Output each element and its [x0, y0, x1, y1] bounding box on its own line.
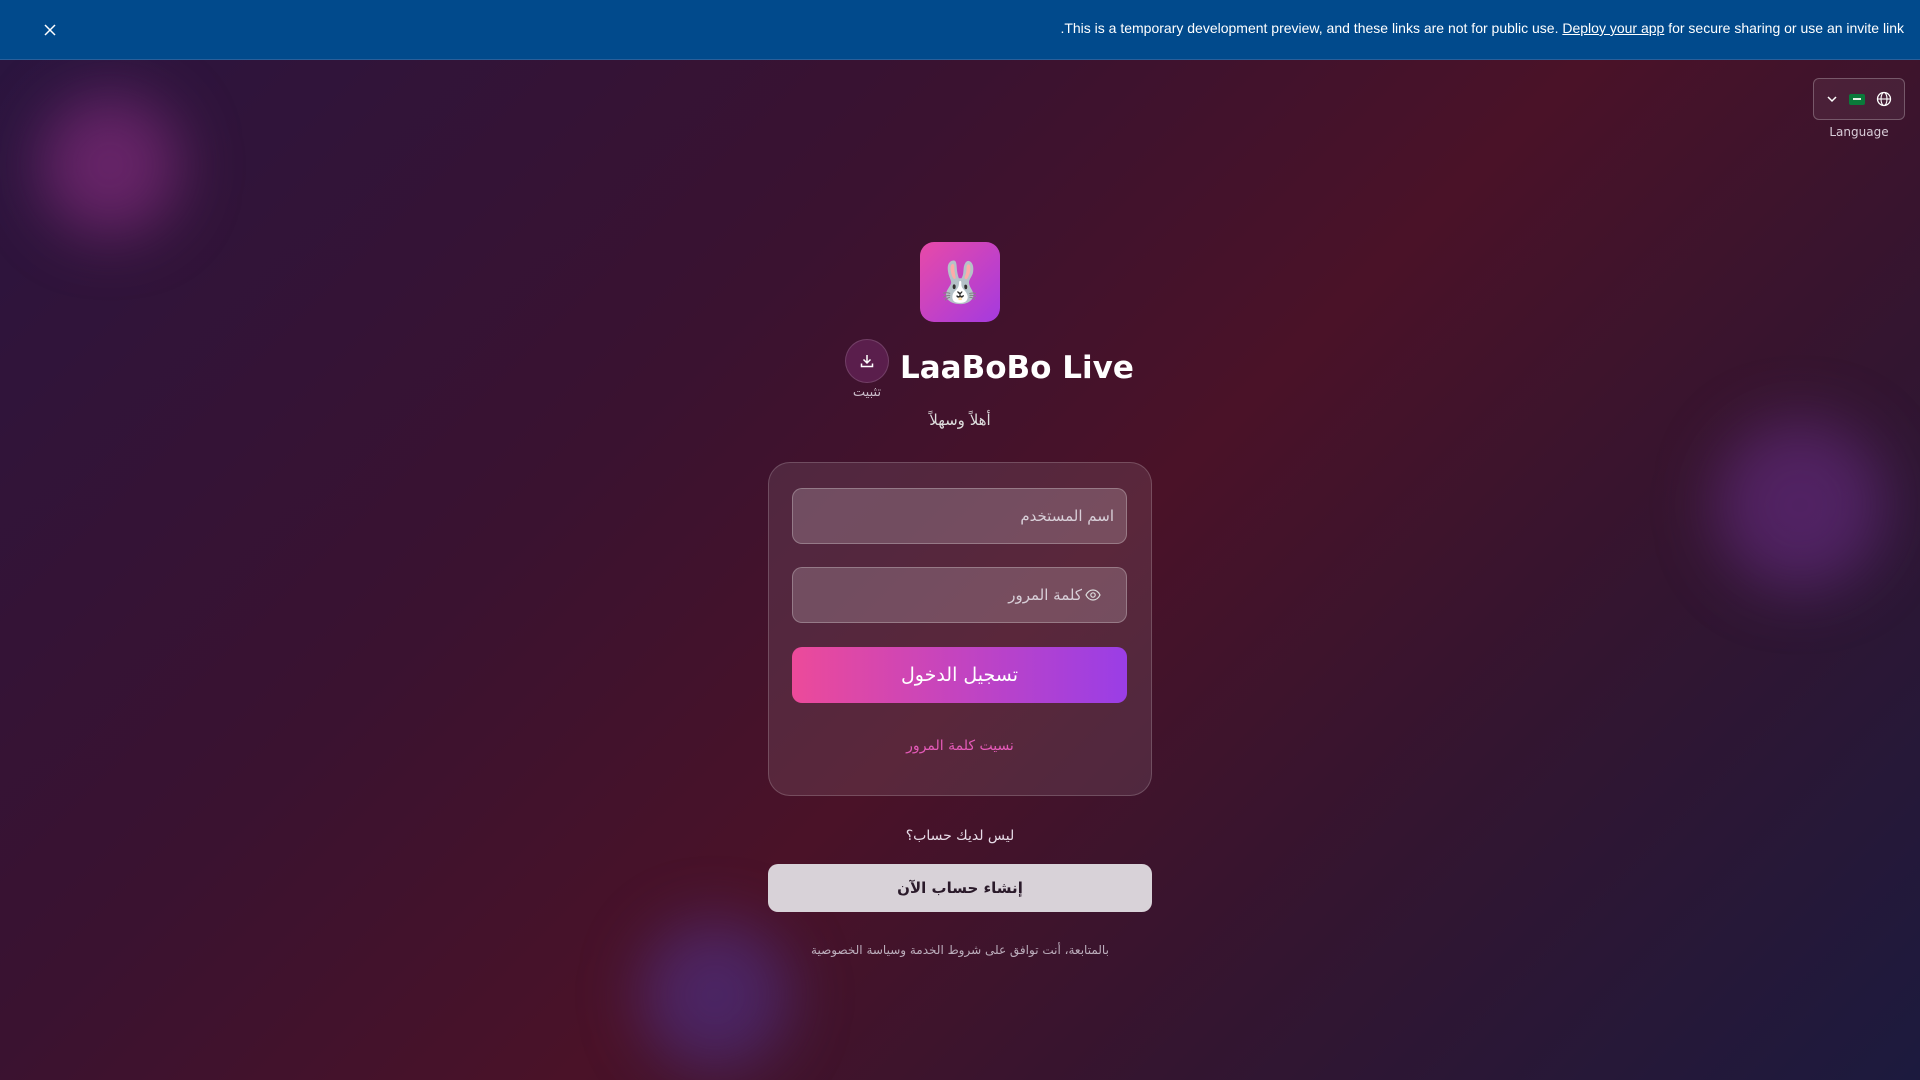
welcome-text: أهلاً وسهلاً: [929, 411, 991, 429]
login-button[interactable]: تسجيل الدخول: [792, 647, 1127, 703]
deploy-app-link[interactable]: Deploy your app: [1562, 20, 1664, 36]
install-label: تثبيت: [852, 385, 882, 400]
dev-preview-banner: .This is a temporary development preview…: [0, 0, 1920, 60]
banner-message: .This is a temporary development preview…: [1060, 20, 1904, 36]
saudi-flag-icon: [1848, 93, 1865, 105]
close-icon: [44, 24, 56, 36]
forgot-password-link[interactable]: نسيت كلمة المرور: [860, 738, 1060, 754]
banner-text-after: for secure sharing or use an invite link: [1664, 20, 1904, 36]
background-glow: [40, 95, 180, 235]
close-banner-button[interactable]: [38, 18, 62, 42]
chevron-down-icon: [1827, 96, 1837, 103]
create-account-button[interactable]: إنشاء حساب الآن: [768, 864, 1152, 912]
app-title: LaaBoBo Live: [900, 350, 1134, 386]
language-caption: Language: [1829, 125, 1889, 139]
download-icon: [860, 355, 874, 368]
globe-icon: [1877, 91, 1892, 107]
eye-icon: [1085, 589, 1101, 601]
toggle-password-visibility[interactable]: [1085, 587, 1101, 603]
password-input[interactable]: [792, 567, 1127, 623]
language-selector[interactable]: [1813, 78, 1905, 120]
terms-notice: بالمتابعة، أنت توافق على شروط الخدمة وسي…: [811, 943, 1109, 957]
app-logo: 🐰: [920, 242, 1000, 322]
banner-text-before: .This is a temporary development preview…: [1060, 20, 1563, 36]
install-button[interactable]: [845, 339, 889, 383]
bunny-icon: 🐰: [935, 259, 985, 306]
background-glow: [1715, 420, 1885, 590]
username-input[interactable]: [792, 488, 1127, 544]
no-account-prompt: ليس لديك حساب؟: [905, 828, 1015, 844]
